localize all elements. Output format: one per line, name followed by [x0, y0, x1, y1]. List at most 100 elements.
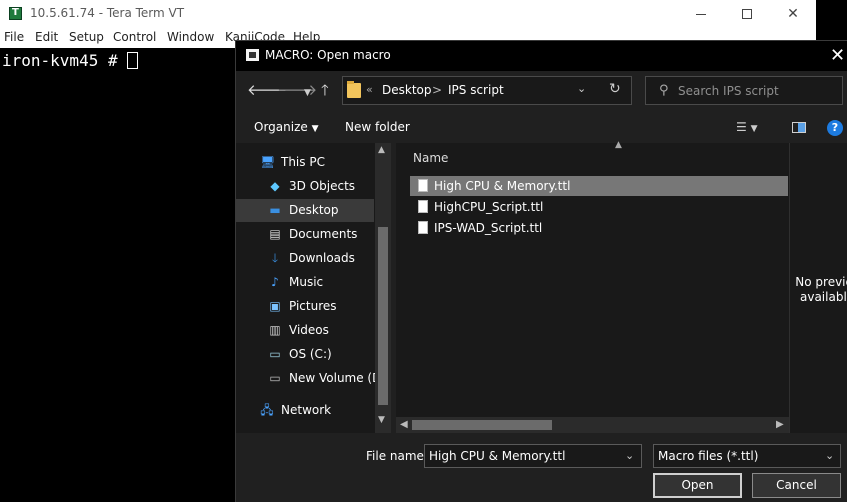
folder-icon	[347, 81, 361, 98]
ttl-file-icon	[418, 200, 428, 213]
dialog-titlebar: MACRO: Open macro ✕	[236, 41, 847, 71]
drive-icon: ▭	[269, 347, 281, 361]
navigation-pane: 🖥 This PC ◆ 3D Objects ▬ Desktop ▤ Docum…	[236, 143, 391, 433]
tera-term-app-icon: T	[9, 7, 22, 20]
ttl-file-icon	[418, 221, 428, 234]
open-button[interactable]: Open	[653, 473, 742, 498]
maximize-icon	[742, 9, 752, 19]
file-type-value: Macro files (*.ttl)	[658, 449, 759, 463]
tree-item-os-c[interactable]: ▭ OS (C:)	[236, 343, 374, 366]
dialog-footer: File name: High CPU & Memory.ttl ⌄ Macro…	[236, 433, 847, 502]
navigation-pane-scrollbar[interactable]: ▲ ▼	[375, 143, 391, 433]
file-row[interactable]: HighCPU_Script.ttl	[410, 197, 788, 217]
preview-pane-icon[interactable]	[792, 122, 806, 133]
address-bar[interactable]: « Desktop > IPS script ⌄ ↻	[342, 76, 632, 105]
details-view-icon: ☰	[736, 120, 747, 134]
file-name: HighCPU_Script.ttl	[434, 200, 544, 214]
minimize-button[interactable]	[678, 0, 724, 28]
column-header-name[interactable]: Name	[413, 151, 448, 165]
menu-file[interactable]: File	[4, 30, 24, 44]
terminal-cursor	[127, 52, 138, 69]
tree-item-label: 3D Objects	[289, 179, 356, 193]
command-toolbar: Organize ▼ New folder ☰ ▼ ?	[236, 111, 847, 143]
tree-item-network[interactable]: 🖧 Network	[236, 399, 374, 422]
tree-item-videos[interactable]: ▥ Videos	[236, 319, 374, 342]
forward-arrow-icon[interactable]: 🡒	[277, 81, 317, 99]
scroll-up-icon[interactable]: ▲	[378, 145, 385, 155]
terminal-prompt: iron-kvm45 #	[2, 51, 128, 70]
drive-icon: ▭	[269, 371, 281, 385]
pictures-icon: ▣	[269, 299, 281, 313]
chevron-down-icon[interactable]: ⌄	[625, 449, 634, 462]
documents-icon: ▤	[269, 227, 281, 241]
search-box[interactable]: ⚲	[645, 76, 843, 105]
new-folder-button[interactable]: New folder	[345, 120, 410, 134]
menu-setup[interactable]: Setup	[69, 30, 104, 44]
tree-item-label: Videos	[289, 323, 329, 337]
chevron-down-icon: ▼	[311, 124, 319, 134]
change-view-button[interactable]: ☰ ▼	[736, 120, 758, 134]
tree-item-this-pc[interactable]: 🖥 This PC	[236, 151, 374, 174]
dialog-close-button[interactable]: ✕	[830, 44, 847, 68]
file-name: IPS-WAD_Script.ttl	[434, 221, 543, 235]
tera-term-titlebar: T 10.5.61.74 - Tera Term VT ✕	[0, 0, 816, 28]
tree-item-downloads[interactable]: 🡓 Downloads	[236, 247, 374, 270]
file-name-value[interactable]: High CPU & Memory.ttl	[429, 449, 565, 463]
file-name: High CPU & Memory.ttl	[434, 179, 571, 193]
search-input[interactable]	[678, 79, 838, 103]
tree-item-label: OS (C:)	[289, 347, 332, 361]
recent-locations-chevron-icon[interactable]: ▼	[304, 84, 311, 102]
tree-item-label: Network	[281, 403, 332, 417]
address-dropdown-chevron-icon[interactable]: ⌄	[577, 82, 586, 95]
tree-item-pictures[interactable]: ▣ Pictures	[236, 295, 374, 318]
tree-item-desktop[interactable]: ▬ Desktop	[236, 199, 374, 222]
breadcrumb-ips-script[interactable]: IPS script	[448, 83, 504, 97]
computer-icon: 🖥	[260, 155, 276, 169]
no-preview-message: No preview available.	[794, 275, 847, 305]
menu-window[interactable]: Window	[167, 30, 214, 44]
up-arrow-icon[interactable]: 🡑	[321, 81, 329, 99]
tree-item-label: Downloads	[289, 251, 355, 265]
network-icon: 🖧	[260, 403, 274, 417]
overflow-chevrons-icon[interactable]: «	[366, 83, 373, 96]
file-row[interactable]: High CPU & Memory.ttl	[410, 176, 788, 196]
organize-button[interactable]: Organize ▼	[254, 120, 319, 134]
maximize-button[interactable]	[724, 0, 770, 28]
file-name-combobox[interactable]: High CPU & Memory.ttl ⌄	[424, 444, 642, 468]
sort-ascending-icon: ▲	[615, 140, 622, 150]
search-icon: ⚲	[659, 83, 669, 98]
desktop-icon: ▬	[269, 203, 281, 217]
breadcrumb-separator-icon[interactable]: >	[432, 83, 442, 97]
dialog-title: MACRO: Open macro	[265, 48, 391, 62]
downloads-icon: 🡓	[271, 251, 279, 265]
file-list-horizontal-scrollbar[interactable]: ◀ ▶	[396, 417, 789, 433]
breadcrumb-desktop[interactable]: Desktop	[382, 83, 432, 97]
file-row[interactable]: IPS-WAD_Script.ttl	[410, 218, 788, 238]
music-icon: ♪	[271, 275, 279, 289]
menu-edit[interactable]: Edit	[35, 30, 58, 44]
cancel-button[interactable]: Cancel	[752, 473, 841, 498]
help-icon[interactable]: ?	[827, 120, 843, 136]
preview-text-line2: available.	[800, 290, 847, 304]
close-button[interactable]: ✕	[770, 0, 816, 28]
close-icon: ✕	[830, 45, 846, 66]
tree-item-documents[interactable]: ▤ Documents	[236, 223, 374, 246]
scrollbar-thumb[interactable]	[412, 420, 552, 430]
tree-item-music[interactable]: ♪ Music	[236, 271, 374, 294]
tree-item-label: New Volume (D:	[289, 371, 386, 385]
minimize-icon	[696, 13, 706, 15]
scroll-right-icon[interactable]: ▶	[776, 419, 784, 430]
menu-control[interactable]: Control	[113, 30, 156, 44]
tree-item-3d-objects[interactable]: ◆ 3D Objects	[236, 175, 374, 198]
ttl-file-icon	[418, 179, 428, 192]
file-list-pane: ▲ Name High CPU & Memory.ttl HighCPU_Scr…	[396, 140, 789, 433]
scrollbar-thumb[interactable]	[378, 227, 388, 405]
chevron-down-icon: ▼	[750, 124, 758, 134]
dialog-app-icon	[246, 49, 259, 61]
chevron-down-icon: ⌄	[825, 449, 835, 462]
scroll-left-icon[interactable]: ◀	[400, 419, 408, 430]
file-type-select[interactable]: Macro files (*.ttl) ⌄	[653, 444, 841, 468]
refresh-icon[interactable]: ↻	[609, 81, 621, 97]
scroll-down-icon[interactable]: ▼	[378, 415, 385, 425]
tree-item-new-volume-d[interactable]: ▭ New Volume (D:	[236, 367, 385, 390]
